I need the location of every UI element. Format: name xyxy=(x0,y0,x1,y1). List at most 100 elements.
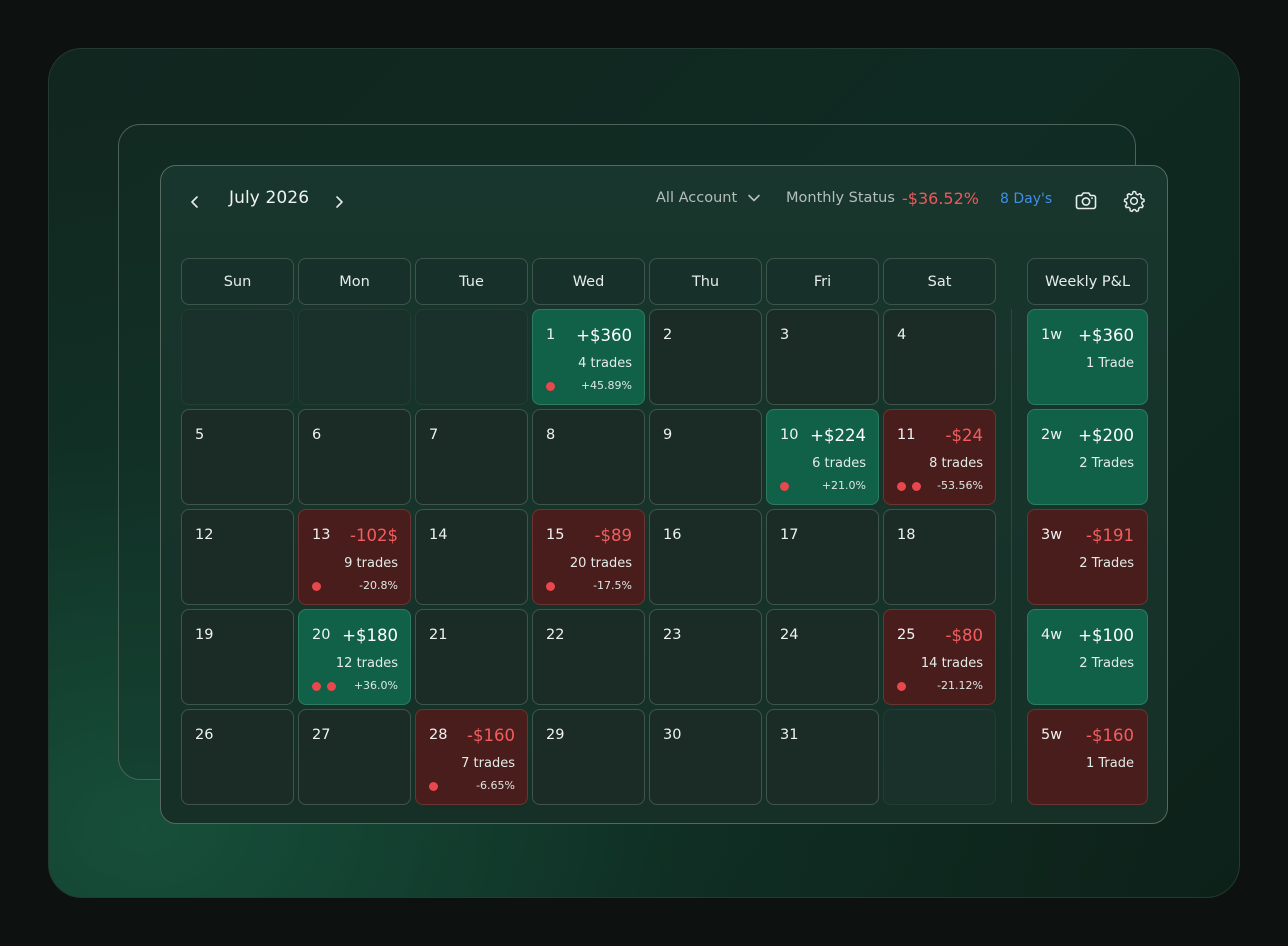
calendar-day-17[interactable]: 17 xyxy=(766,509,879,605)
day-percent-change: -6.65% xyxy=(476,779,515,792)
calendar-day-empty xyxy=(298,309,411,405)
calendar-day-31[interactable]: 31 xyxy=(766,709,879,805)
monthly-status-value: -$36.52% xyxy=(902,189,979,208)
calendar-day-empty xyxy=(883,709,996,805)
day-number: 27 xyxy=(312,727,331,743)
weekly-summary-5w[interactable]: 5w -$160 1 Trade xyxy=(1027,709,1148,805)
day-markers xyxy=(312,682,336,691)
weekly-summary-3w[interactable]: 3w -$191 2 Trades xyxy=(1027,509,1148,605)
weekly-summary-4w[interactable]: 4w +$100 2 Trades xyxy=(1027,609,1148,705)
marker-dot xyxy=(312,682,321,691)
day-markers xyxy=(546,382,555,391)
calendar-day-25[interactable]: 25 -$80 14 trades -21.12% xyxy=(883,609,996,705)
day-number: 4 xyxy=(897,327,907,343)
calendar-day-13[interactable]: 13 -102$ 9 trades -20.8% xyxy=(298,509,411,605)
days-count-link[interactable]: 8 Day's xyxy=(1000,191,1052,207)
prev-month-button[interactable] xyxy=(183,190,207,214)
week-trade-count: 1 Trade xyxy=(1086,756,1134,771)
week-pnl: -$191 xyxy=(1086,526,1134,545)
day-percent-change: -21.12% xyxy=(937,679,983,692)
weekday-header-sun: Sun xyxy=(181,258,294,305)
calendar-day-23[interactable]: 23 xyxy=(649,609,762,705)
calendar-day-18[interactable]: 18 xyxy=(883,509,996,605)
screenshot-button[interactable] xyxy=(1071,186,1101,216)
marker-dot xyxy=(312,582,321,591)
day-number: 5 xyxy=(195,427,205,443)
day-number: 6 xyxy=(312,427,322,443)
day-markers xyxy=(546,582,555,591)
day-percent-change: +21.0% xyxy=(821,479,866,492)
calendar-day-empty xyxy=(181,309,294,405)
day-number: 1 xyxy=(546,327,556,343)
account-dropdown-label: All Account xyxy=(656,190,738,206)
week-label: 3w xyxy=(1041,527,1063,543)
day-number: 17 xyxy=(780,527,799,543)
calendar-day-10[interactable]: 10 +$224 6 trades +21.0% xyxy=(766,409,879,505)
marker-dot xyxy=(780,482,789,491)
calendar-day-22[interactable]: 22 xyxy=(532,609,645,705)
day-trade-count: 12 trades xyxy=(335,656,398,671)
calendar-day-14[interactable]: 14 xyxy=(415,509,528,605)
day-pnl: +$360 xyxy=(576,326,632,345)
camera-icon xyxy=(1075,192,1097,210)
day-number: 13 xyxy=(312,527,331,543)
day-trade-count: 4 trades xyxy=(578,356,632,371)
calendar-day-6[interactable]: 6 xyxy=(298,409,411,505)
calendar-day-4[interactable]: 4 xyxy=(883,309,996,405)
next-month-button[interactable] xyxy=(327,190,351,214)
day-trade-count: 8 trades xyxy=(929,456,983,471)
day-number: 22 xyxy=(546,627,565,643)
day-trade-count: 7 trades xyxy=(461,756,515,771)
marker-dot xyxy=(546,582,555,591)
calendar-day-30[interactable]: 30 xyxy=(649,709,762,805)
calendar-day-27[interactable]: 27 xyxy=(298,709,411,805)
calendar-day-9[interactable]: 9 xyxy=(649,409,762,505)
calendar-day-16[interactable]: 16 xyxy=(649,509,762,605)
settings-button[interactable] xyxy=(1119,186,1149,216)
week-pnl: +$100 xyxy=(1078,626,1134,645)
week-label: 1w xyxy=(1041,327,1063,343)
day-percent-change: +45.89% xyxy=(580,379,632,392)
marker-dot xyxy=(897,482,906,491)
calendar-day-15[interactable]: 15 -$89 20 trades -17.5% xyxy=(532,509,645,605)
calendar-day-3[interactable]: 3 xyxy=(766,309,879,405)
day-percent-change: -17.5% xyxy=(593,579,632,592)
calendar-header: July 2026 All Account Monthly Status -$3… xyxy=(161,166,1167,238)
weekly-pnl-header: Weekly P&L xyxy=(1027,258,1148,305)
weekday-header-tue: Tue xyxy=(415,258,528,305)
day-number: 29 xyxy=(546,727,565,743)
account-dropdown[interactable]: All Account xyxy=(656,190,761,206)
day-percent-change: -53.56% xyxy=(937,479,983,492)
day-number: 18 xyxy=(897,527,916,543)
gear-icon xyxy=(1123,190,1145,213)
day-number: 26 xyxy=(195,727,214,743)
day-trade-count: 14 trades xyxy=(920,656,983,671)
weekday-header-fri: Fri xyxy=(766,258,879,305)
weekly-summary-2w[interactable]: 2w +$200 2 Trades xyxy=(1027,409,1148,505)
calendar-day-29[interactable]: 29 xyxy=(532,709,645,805)
calendar-day-11[interactable]: 11 -$24 8 trades -53.56% xyxy=(883,409,996,505)
calendar-day-19[interactable]: 19 xyxy=(181,609,294,705)
chevron-right-icon xyxy=(336,196,343,208)
calendar-day-28[interactable]: 28 -$160 7 trades -6.65% xyxy=(415,709,528,805)
calendar-day-8[interactable]: 8 xyxy=(532,409,645,505)
calendar-day-7[interactable]: 7 xyxy=(415,409,528,505)
day-pnl: -$80 xyxy=(945,626,983,645)
calendar-day-5[interactable]: 5 xyxy=(181,409,294,505)
day-number: 31 xyxy=(780,727,799,743)
day-number: 14 xyxy=(429,527,448,543)
weekly-summary-1w[interactable]: 1w +$360 1 Trade xyxy=(1027,309,1148,405)
calendar-day-20[interactable]: 20 +$180 12 trades +36.0% xyxy=(298,609,411,705)
calendar-day-2[interactable]: 2 xyxy=(649,309,762,405)
calendar-day-26[interactable]: 26 xyxy=(181,709,294,805)
day-pnl: -102$ xyxy=(350,526,398,545)
calendar-day-24[interactable]: 24 xyxy=(766,609,879,705)
weekday-header-sat: Sat xyxy=(883,258,996,305)
calendar-day-12[interactable]: 12 xyxy=(181,509,294,605)
month-title: July 2026 xyxy=(229,188,310,208)
day-markers xyxy=(312,582,321,591)
week-trade-count: 2 Trades xyxy=(1079,456,1134,471)
calendar-day-21[interactable]: 21 xyxy=(415,609,528,705)
column-divider xyxy=(1011,309,1012,803)
calendar-day-1[interactable]: 1 +$360 4 trades +45.89% xyxy=(532,309,645,405)
